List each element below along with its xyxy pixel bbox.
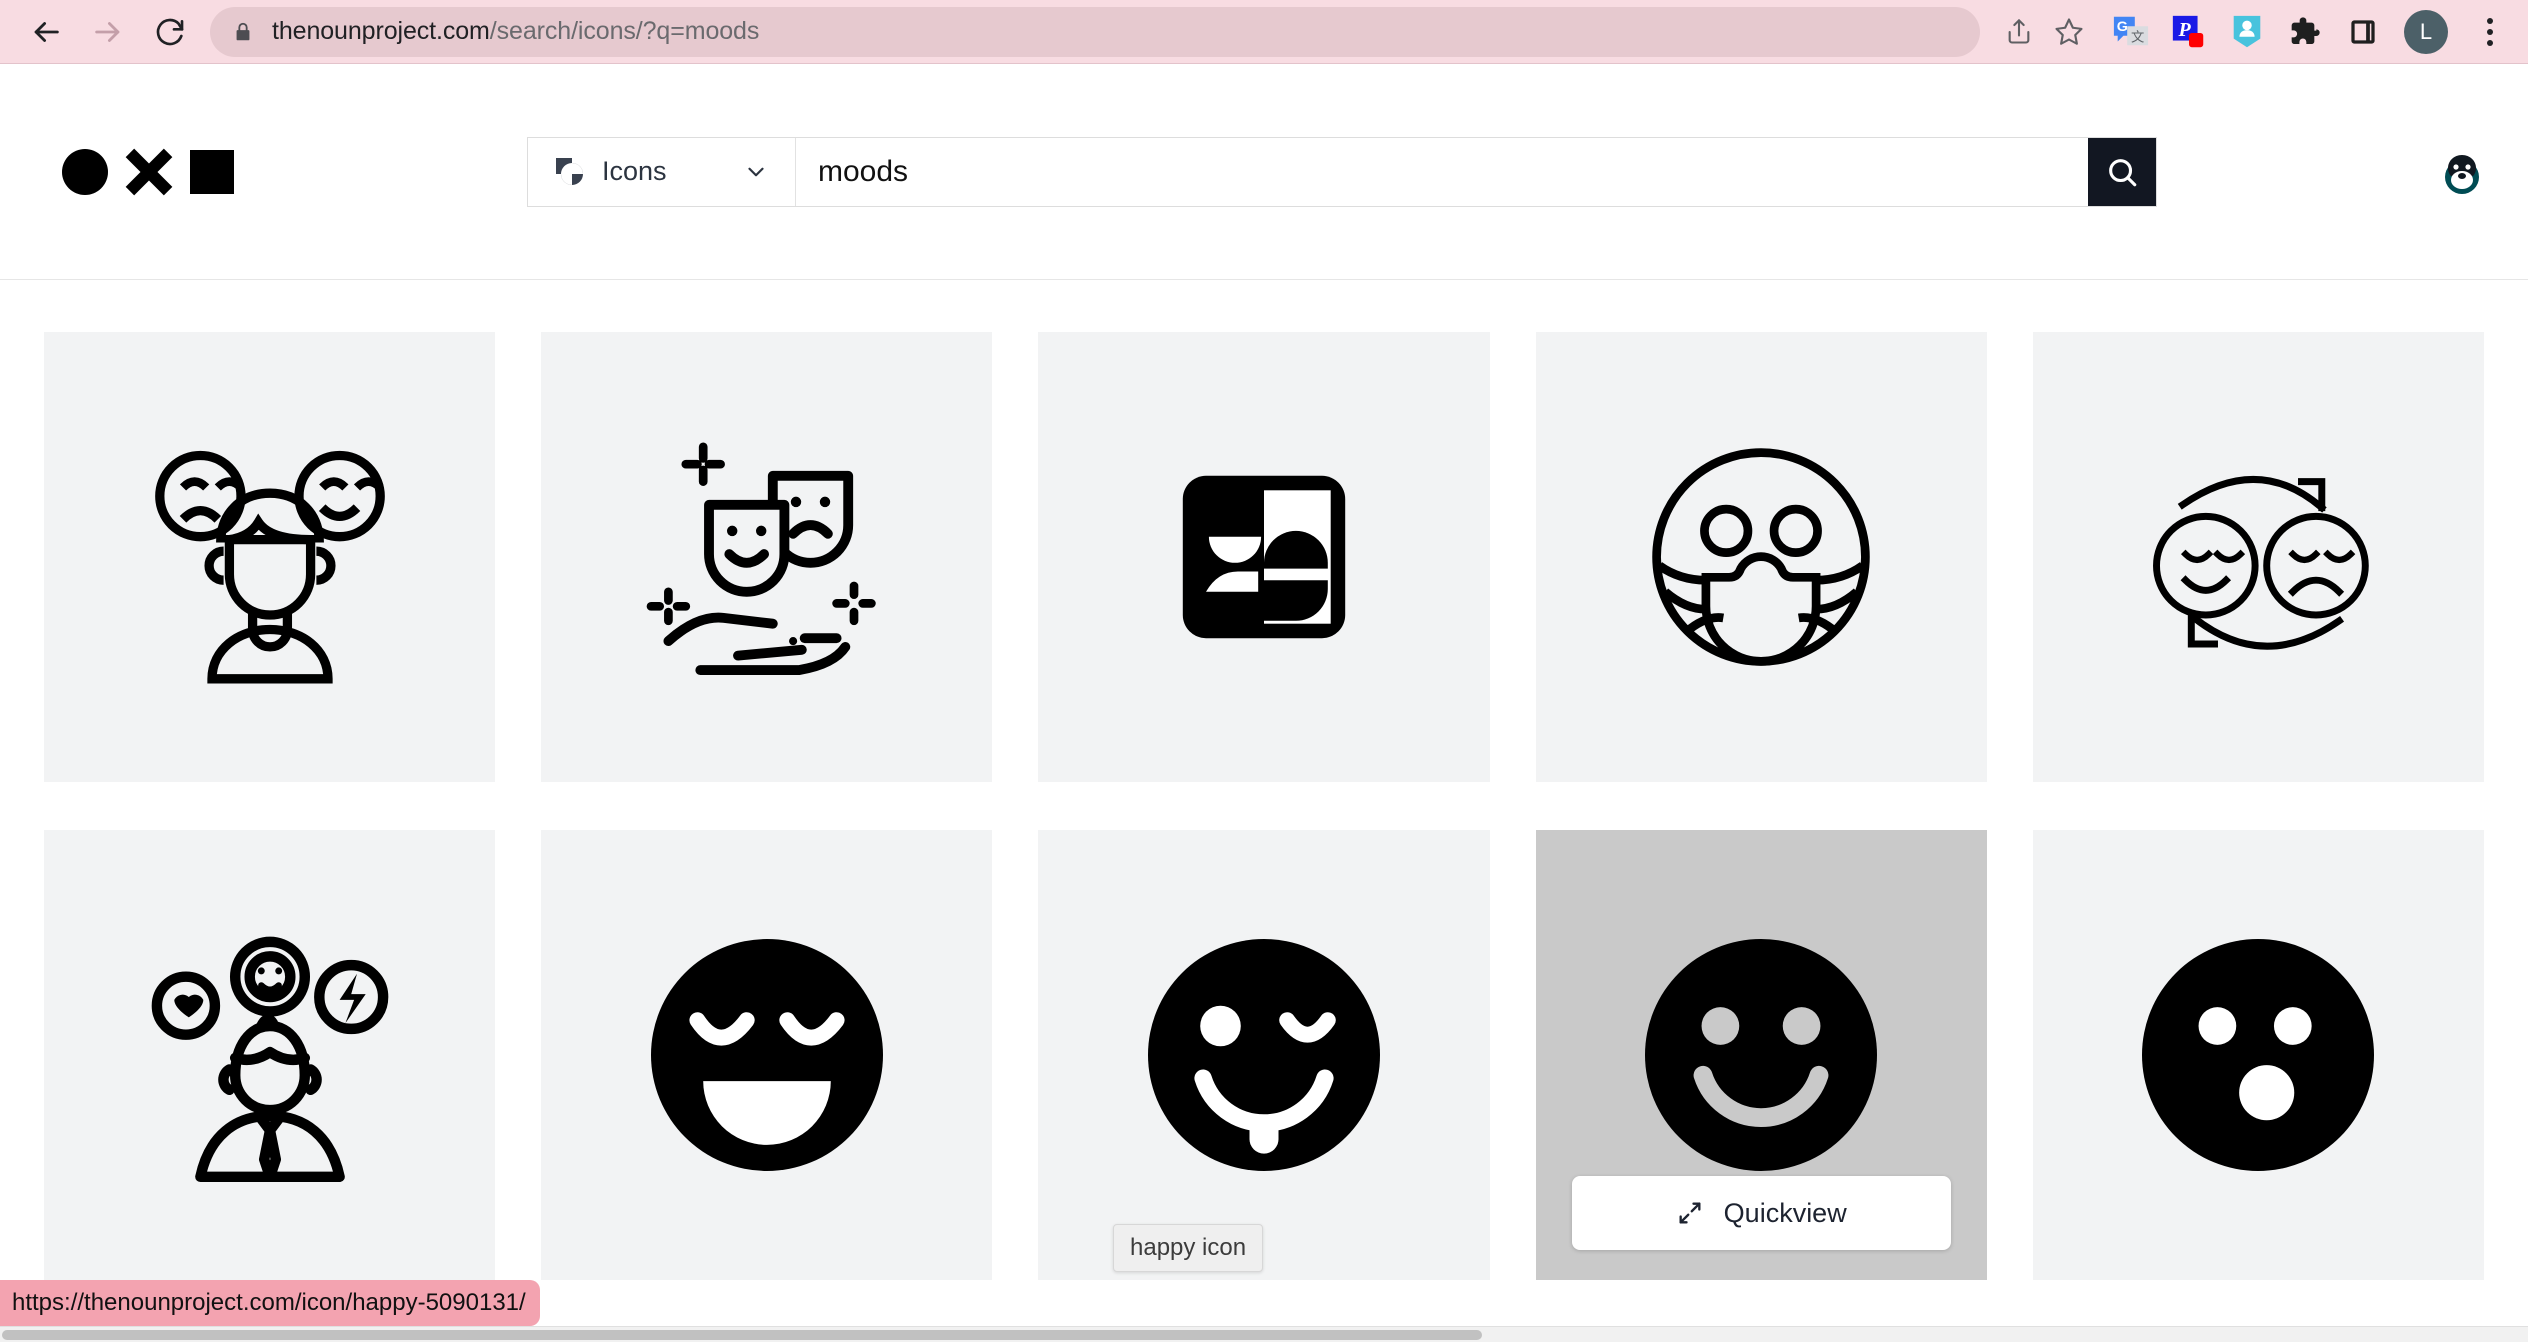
omnibox-actions (1996, 9, 2092, 55)
businessman-thoughts-icon (151, 936, 388, 1183)
status-bar-url: https://thenounproject.com/icon/happy-50… (0, 1280, 540, 1326)
url-domain: thenounproject.com (272, 17, 490, 45)
svg-text:G: G (2117, 19, 2128, 35)
site-header: Icons (0, 64, 2528, 280)
icon-tile[interactable] (541, 830, 993, 1280)
search-input[interactable] (796, 137, 2088, 206)
browser-window: thenounproject.com/search/icons/?q=moods… (0, 0, 2528, 1342)
share-icon[interactable] (1996, 9, 2042, 55)
search-icon (2109, 158, 2137, 186)
url-path: /search/icons/?q=moods (489, 17, 760, 45)
svg-text:文: 文 (2131, 29, 2144, 44)
paypal-extension-icon[interactable]: P (2166, 9, 2212, 55)
chevron-down-icon (748, 167, 764, 176)
theater-masks-hand-icon (646, 442, 876, 676)
kebab-menu-icon[interactable] (2470, 17, 2510, 46)
icon-tile[interactable] (2032, 830, 2484, 1280)
logo-x-icon (126, 149, 172, 195)
browser-toolbar: thenounproject.com/search/icons/?q=moods… (0, 0, 2528, 64)
address-bar[interactable]: thenounproject.com/search/icons/?q=moods (210, 6, 1980, 57)
quickview-label: Quickview (1723, 1197, 1847, 1228)
icon-results-grid: Quickview (0, 280, 2528, 1280)
back-arrow-icon (34, 21, 59, 42)
icon-tile[interactable] (541, 332, 993, 782)
icon-tile[interactable] (44, 332, 496, 782)
lock-icon (232, 20, 254, 44)
icon-tile[interactable] (1038, 332, 1490, 782)
forward-button[interactable] (80, 4, 136, 60)
tongue-wink-face-icon (1147, 939, 1380, 1171)
expand-arrows-icon (1679, 1202, 1701, 1224)
person-two-moods-icon (154, 450, 385, 684)
logo-circle-icon (62, 148, 108, 195)
extension-icons: G 文 P L (2108, 9, 2510, 55)
mood-swing-cycle-icon (2153, 475, 2370, 650)
url-text: thenounproject.com/search/icons/?q=moods (272, 17, 759, 46)
icon-tile[interactable] (2032, 332, 2484, 782)
horizontal-scrollbar[interactable] (0, 1326, 2528, 1342)
google-translate-extension-icon[interactable]: G 文 (2108, 9, 2154, 55)
split-face-card-icon (1182, 475, 1346, 639)
navigation-buttons (18, 4, 198, 60)
reload-icon (156, 18, 184, 45)
user-avatar-bulldog[interactable] (2436, 145, 2488, 198)
scrollbar-thumb[interactable] (2, 1330, 1482, 1340)
logo-square-icon (190, 149, 234, 194)
search-button[interactable] (2088, 137, 2156, 206)
search-bar: Icons (527, 136, 2157, 207)
happy-smiley-face-icon (1645, 939, 1878, 1171)
icon-tooltip: happy icon (1113, 1224, 1264, 1272)
contacts-extension-icon[interactable] (2224, 9, 2270, 55)
icon-tile[interactable] (1535, 332, 1987, 782)
square-circle-icon (556, 157, 583, 185)
icon-tile[interactable] (1038, 830, 1490, 1280)
star-icon[interactable] (2046, 9, 2092, 55)
surprised-face-icon (2142, 939, 2375, 1171)
puzzle-extensions-icon[interactable] (2282, 9, 2328, 55)
back-button[interactable] (18, 4, 74, 60)
profile-avatar[interactable]: L (2404, 9, 2448, 54)
icon-tile[interactable]: Quickview (1535, 830, 1987, 1280)
noun-project-logo[interactable] (62, 148, 292, 195)
forward-arrow-icon (95, 21, 120, 42)
laughing-face-icon (650, 939, 883, 1171)
masked-face-icon (1652, 448, 1870, 666)
search-type-label: Icons (602, 156, 667, 186)
reload-button[interactable] (142, 4, 198, 60)
quickview-button[interactable]: Quickview (1571, 1176, 1951, 1250)
side-panel-icon[interactable] (2340, 9, 2386, 55)
icon-tile[interactable] (44, 830, 496, 1280)
search-type-dropdown[interactable]: Icons (528, 137, 796, 206)
